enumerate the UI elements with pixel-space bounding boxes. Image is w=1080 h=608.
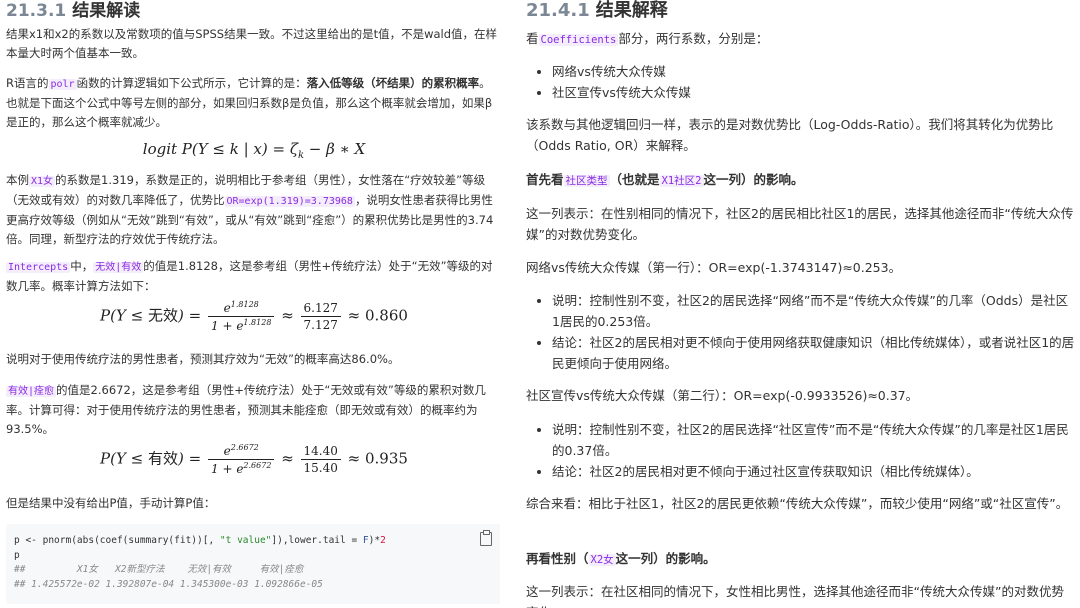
inline-code-x1-community2: X1社区2	[659, 175, 704, 187]
paragraph-community-type: 首先看 社区类型 （也就是 X1社区2 这一列）的影响。	[526, 172, 804, 187]
list-item: 社区宣传vs传统大众传媒	[552, 82, 1076, 103]
copy-icon[interactable]	[480, 530, 492, 546]
bullet-list-network: 说明：控制性别不变，社区2的居民选择“网络”而不是“传统大众传媒”的几率（Odd…	[526, 290, 1076, 374]
paragraph-intercepts: Intercepts 中， 无效|有效 的值是1.8128，这是参考组（男性+传统疗法…	[6, 259, 493, 293]
paragraph-gender: 再看性别（ X2女 这一列）的影响。	[526, 551, 716, 566]
section-heading-21-3-1: 21.3.1 结果解读	[6, 0, 502, 22]
inline-code-valid-cured: 有效|痊愈	[6, 386, 57, 397]
heading-title: 结果解释	[595, 0, 668, 21]
bold-cumulative-prob: 落入低等级（坏结果）的累积概率	[306, 76, 480, 90]
code-line-3: ## X1女 X2新型疗法 无效|有效 有效|痊愈	[14, 564, 304, 575]
paragraph-column-meaning: 这一列表示：在性别相同的情况下，社区2的居民相比社区1的居民，选择其他途径而非“…	[526, 206, 1074, 242]
paragraph-x1-female: 本例 X1女 的系数是1.319，系数是正的，说明相比于参考组（男性），女性落在“疗…	[6, 173, 494, 246]
heading-title: 结果解读	[72, 1, 141, 21]
bullet-list-community-promo: 说明：控制性别不变，社区2的居民选择“社区宣传”而不是“传统大众传媒”的几率是社…	[526, 419, 1076, 482]
code-line-4: ## 1.425572e-02 1.392807e-04 1.345300e-0…	[14, 578, 323, 590]
paragraph-network-or: 网络vs传统大众传媒（第一行）：OR=exp(-1.3743147)≈0.253…	[526, 260, 902, 275]
paragraph-polr-logic: R语言的 polr 函数的计算逻辑如下公式所示，它计算的是：落入低等级（坏结果）的累…	[6, 76, 493, 129]
paragraph-gender-meaning: 这一列表示：在社区相同的情况下，女性相比男性，选择其他途径而非“传统大众传媒”的…	[526, 584, 1064, 608]
paragraph-summary: 综合来看：相比于社区1，社区2的居民更依赖“传统大众传媒”，而较少使用“网络”或…	[526, 496, 1069, 511]
paragraph-valid-cured: 有效|痊愈 的值是2.6672，这是参考组（男性+传统疗法）处于“无效或有效”等级…	[6, 383, 486, 436]
paragraph-invalid-prob: 说明对于使用传统疗法的男性患者，预测其疗效为“无效”的概率高达86.0%。	[6, 352, 400, 366]
formula-prob-valid: P(Y ≤ 有效) = e2.6672 1 + e2.6672 ≈ 14.40 15…	[100, 443, 408, 476]
list-item: 结论：社区2的居民相对更不倾向于通过社区宣传获取知识（相比传统媒体）。	[552, 461, 1076, 482]
formula-prob-invalid: P(Y ≤ 无效) = e1.8128 1 + e1.8128 ≈ 6.127 7.…	[100, 300, 408, 333]
inline-code-x2-female: X2女	[588, 554, 616, 566]
list-item: 网络vs传统大众传媒	[552, 61, 1076, 82]
section-heading-21-4-1: 21.4.1 结果解释	[526, 0, 1076, 22]
paragraph-community-promo-or: 社区宣传vs传统大众传媒（第二行）：OR=exp(-0.9933526)≈0.3…	[526, 388, 919, 403]
paragraph-intro: 结果x1和x2的系数以及常数项的值与SPSS结果一致。不过这里给出的是t值，不是…	[6, 27, 498, 60]
formula-logit: logit P(Y ≤ k | x) = ζk − β ∗ X	[142, 140, 366, 161]
heading-number: 21.3.1	[6, 1, 67, 21]
inline-code-community-type: 社区类型	[563, 175, 610, 187]
code-block[interactable]: p <- pnorm(abs(coef(summary(fit))[, "t v…	[6, 524, 500, 604]
list-item: 说明：控制性别不变，社区2的居民选择“网络”而不是“传统大众传媒”的几率（Odd…	[552, 290, 1076, 332]
code-line-2: p	[14, 549, 20, 561]
bullet-list-comparisons: 网络vs传统大众传媒 社区宣传vs传统大众传媒	[526, 61, 1076, 103]
list-item: 结论：社区2的居民相对更不倾向于使用网络获取健康知识（相比传统媒体），或者说社区…	[552, 332, 1076, 374]
right-column: 21.4.1结果解释 看Coefficients部分，两行系数，分别是： 网络v…	[526, 0, 1076, 608]
paragraph-coefficients: 看 Coefficients 部分，两行系数，分别是：	[526, 31, 769, 46]
inline-code-x1: X1女	[29, 176, 56, 187]
inline-code-or: OR=exp(1.319)=3.73968	[224, 196, 355, 207]
paragraph-log-odds: 该系数与其他逻辑回归一样，表示的是对数优势比（Log-Odds-Ratio）。我…	[526, 117, 1054, 153]
inline-code-polr: polr	[48, 79, 77, 90]
inline-code-intercepts: Intercepts	[6, 262, 71, 273]
paragraph-pvalue-intro: 但是结果中没有给出P值，手动计算P值：	[6, 496, 216, 510]
inline-code-invalid-valid: 无效|有效	[93, 262, 144, 273]
list-item: 说明：控制性别不变，社区2的居民选择“社区宣传”而不是“传统大众传媒”的几率是社…	[552, 419, 1076, 461]
code-line-1: p <- pnorm(abs(coef(summary(fit))[, "t v…	[14, 535, 386, 546]
inline-code-coefficients: Coefficients	[538, 34, 619, 46]
heading-number: 21.4.1	[526, 0, 590, 21]
left-column: 21.3.1 结果解读 结果x1和x2的系数以及常数项的值与SPSS结果一致。不过…	[6, 0, 502, 608]
